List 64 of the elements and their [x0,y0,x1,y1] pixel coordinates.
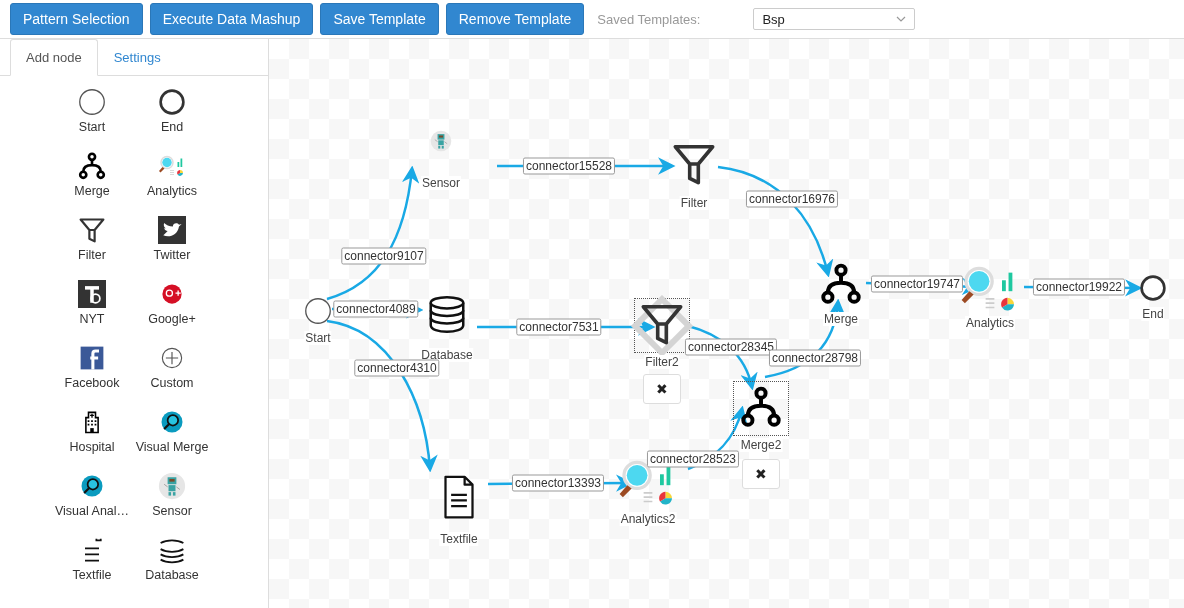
palette-item[interactable]: Database [132,536,212,590]
tab[interactable]: Settings [97,39,177,76]
node-label: End [1141,307,1165,321]
connector-label: connector9107 [341,247,427,265]
connector-label: connector4089 [333,300,419,318]
branch-icon [740,386,782,428]
palette-item[interactable]: Visual Anal… [52,472,132,526]
dark-tile-icon [78,280,106,308]
connector-label: connector15528 [522,157,616,175]
robot-icon [430,130,452,152]
ring-icon [158,88,186,116]
palette-item[interactable]: Hospital [52,408,132,462]
node-label: Analytics2 [619,512,677,526]
node-label: Merge2 [739,438,783,452]
connector-label: connector19747 [870,275,964,293]
connector-label: connector28345 [684,338,778,356]
node-label: Filter2 [644,355,680,369]
caret-icon [896,16,907,22]
toolbar-button[interactable]: Remove Template [445,3,585,35]
palette-item[interactable]: End [132,88,212,142]
palette-item[interactable]: Textfile [52,536,132,590]
node-label: Merge [823,312,859,326]
connector-label: connector16976 [745,190,839,208]
node-label: Database [420,348,474,362]
palette-item[interactable]: Visual Merge [132,408,212,462]
circle-icon [304,297,332,325]
circle-icon [78,88,106,116]
document-icon [441,474,477,520]
bird-icon [158,216,186,244]
toolbar-button[interactable]: Pattern Selection [10,3,143,35]
database-icon [427,294,467,334]
palette-item[interactable]: Sensor [132,472,212,526]
delete-button[interactable]: ✖ [643,374,681,404]
connector-label: connector28523 [646,450,740,468]
palette-item[interactable]: Twitter [132,216,212,270]
saved-templates-label: Saved Templates: [597,11,701,27]
palette-item[interactable]: Merge [52,152,132,206]
palette-item[interactable]: Start [52,88,132,142]
connector-label: connector4310 [354,359,440,377]
palette-item[interactable]: Facebook [52,344,132,398]
toolbar-button[interactable]: Save Template [320,3,439,35]
connector-label: connector7531 [516,318,602,336]
palette-item[interactable]: Analytics [132,152,212,206]
node-label: Analytics [965,316,1015,330]
node-label: Filter [679,196,709,210]
palette-item[interactable]: Filter [52,216,132,270]
template-select[interactable]: Bsp [753,8,916,30]
ring-icon [1139,274,1167,302]
palette-item[interactable]: NYT [52,280,132,334]
square-logo-icon [78,344,106,372]
funnel-icon [78,216,106,244]
connector-label: connector13393 [511,474,605,492]
branch-icon [820,263,862,305]
toolbar-button[interactable]: Execute Data Mashup [149,3,314,35]
branch-icon [78,152,106,180]
palette-item[interactable]: Custom [132,344,212,398]
delete-button[interactable]: ✖ [742,459,780,489]
node-label: Sensor [421,176,461,190]
tab[interactable]: Add node [10,39,98,76]
palette-item[interactable]: Google+ [132,280,212,334]
node-label: Textfile [439,532,479,546]
connector-label: connector19922 [1032,278,1126,296]
robot-icon [158,472,186,500]
node-label: Start [304,331,332,345]
